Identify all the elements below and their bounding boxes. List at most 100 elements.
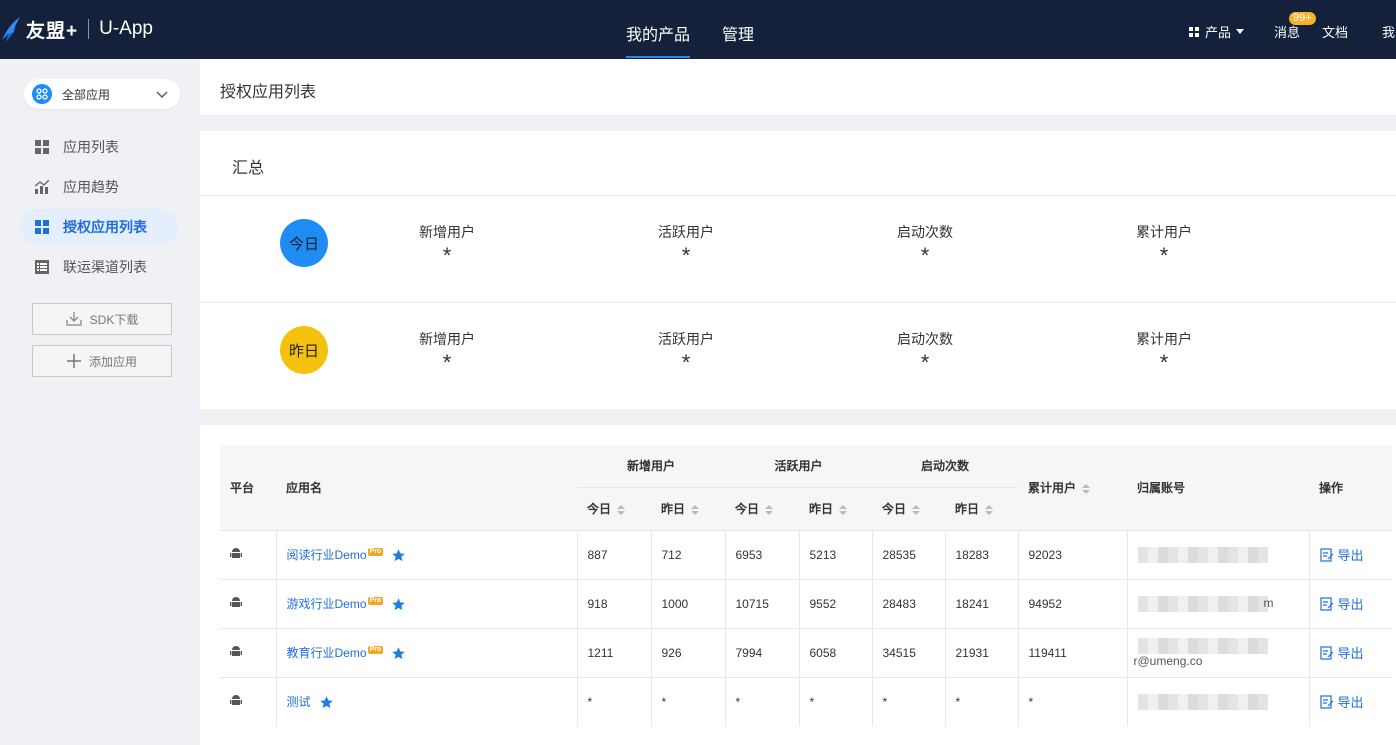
- table-row: 测试 * * * * * * * 导出: [220, 676, 1392, 726]
- export-icon: [1319, 547, 1333, 562]
- sdk-download-label: SDK下载: [89, 312, 139, 327]
- metric-active-users: 活跃用户 *: [626, 329, 746, 374]
- th-active-yesterday[interactable]: 昨日: [799, 487, 872, 530]
- new-today-cell: 918: [576, 578, 651, 628]
- nav-manage[interactable]: 管理: [722, 21, 754, 45]
- android-icon: [230, 646, 242, 656]
- metric-label: 累计用户: [1136, 224, 1192, 240]
- trend-icon: [35, 180, 49, 194]
- umeng-bird-icon: [2, 17, 20, 42]
- export-button[interactable]: 导出: [1319, 692, 1383, 711]
- th-app-name: 应用名: [276, 445, 577, 530]
- star-icon[interactable]: [391, 548, 406, 563]
- pro-badge: Pro: [367, 547, 384, 556]
- th-label: 今日: [587, 502, 612, 516]
- launch-yesterday-cell: *: [944, 676, 1018, 726]
- docs-link[interactable]: 文档: [1322, 22, 1348, 41]
- metric-label: 新增用户: [419, 331, 475, 347]
- logo[interactable]: 友盟+ U-App: [0, 14, 153, 44]
- th-launch-today[interactable]: 今日: [872, 487, 945, 530]
- nav-my-products[interactable]: 我的产品: [626, 21, 691, 58]
- th-total-users-label: 累计用户: [1028, 480, 1077, 495]
- th-label: 昨日: [661, 502, 686, 516]
- th-label: 今日: [882, 502, 907, 516]
- today-badge: 今日: [280, 219, 328, 267]
- export-label: 导出: [1337, 646, 1364, 661]
- app-table-card: 平台 应用名 新增用户 活跃用户 启动次数 累计用户 归属账号 操作 今日 昨日…: [200, 425, 1396, 745]
- masked-account: [1137, 546, 1268, 563]
- platform-cell: [220, 529, 276, 579]
- metric-launches: 启动次数 *: [865, 329, 985, 374]
- android-icon: [230, 597, 242, 607]
- add-app-button[interactable]: 添加应用: [32, 345, 172, 377]
- star-icon[interactable]: [391, 597, 406, 612]
- th-new-today[interactable]: 今日: [577, 487, 651, 530]
- metric-new-users: 新增用户 *: [387, 329, 507, 374]
- app-name-cell: 游戏行业Demo Pro: [275, 578, 577, 628]
- th-action: 操作: [1309, 445, 1392, 530]
- metric-label: 活跃用户: [658, 224, 714, 240]
- sdk-download-button[interactable]: SDK下载: [32, 303, 172, 335]
- metric-total-users: 累计用户 *: [1104, 329, 1224, 374]
- app-name-cell: 测试: [275, 676, 577, 726]
- app-name-cell: 教育行业Demo Pro: [275, 627, 577, 677]
- app-name-cell: 阅读行业Demo Pro: [275, 529, 577, 579]
- star-icon[interactable]: [391, 646, 406, 661]
- total-users-cell: 119411: [1017, 627, 1127, 677]
- grid-icon: [35, 220, 49, 234]
- account-text: r@umeng.co: [1133, 653, 1203, 668]
- app-name-link[interactable]: 测试: [287, 695, 311, 709]
- metric-value: *: [681, 243, 691, 268]
- plus-icon: [66, 354, 81, 368]
- th-new-users: 新增用户: [577, 445, 725, 488]
- message-count-badge: 99+: [1289, 12, 1316, 25]
- metric-total-users: 累计用户 *: [1104, 222, 1224, 267]
- account-cell: [1126, 529, 1309, 579]
- th-account: 归属账号: [1127, 445, 1309, 530]
- export-button[interactable]: 导出: [1319, 643, 1383, 662]
- metric-label: 启动次数: [897, 331, 953, 347]
- app-name-link[interactable]: 阅读行业Demo: [287, 548, 367, 562]
- product-name: U-App: [99, 18, 153, 39]
- sidebar: 全部应用 应用列表 应用趋势 授权应用列表 联运渠道列表 SDK下载 添加应用: [0, 59, 200, 730]
- sidebar-item-label: 应用趋势: [63, 179, 119, 195]
- th-new-yesterday[interactable]: 昨日: [651, 487, 725, 530]
- sidebar-item-app-trend[interactable]: 应用趋势: [20, 169, 178, 205]
- export-icon: [1319, 596, 1333, 611]
- products-menu[interactable]: 产品: [1189, 22, 1245, 41]
- sidebar-item-label: 应用列表: [63, 139, 119, 155]
- active-yesterday-cell: 9552: [798, 578, 872, 628]
- metric-value: *: [442, 243, 452, 268]
- active-yesterday-cell: 6058: [798, 627, 872, 677]
- page-title: 授权应用列表: [220, 84, 317, 101]
- star-icon[interactable]: [319, 695, 334, 710]
- top-navigation-bar: 友盟+ U-App 我的产品 管理 产品 消息 99+ 文档 我: [0, 0, 1396, 59]
- account-cell: [1126, 676, 1309, 726]
- account-cell: m: [1126, 578, 1309, 628]
- app-selector[interactable]: 全部应用: [24, 79, 180, 109]
- sort-icon: [985, 504, 994, 515]
- user-menu[interactable]: 我: [1382, 22, 1395, 41]
- new-yesterday-cell: 1000: [650, 578, 725, 628]
- sidebar-item-label: 联运渠道列表: [63, 259, 147, 275]
- metric-label: 累计用户: [1136, 331, 1192, 347]
- metric-label: 活跃用户: [658, 331, 714, 347]
- grid-icon: [35, 140, 49, 154]
- export-button[interactable]: 导出: [1319, 545, 1383, 564]
- launch-today-cell: 28483: [871, 578, 945, 628]
- platform-cell: [220, 627, 276, 677]
- export-button[interactable]: 导出: [1319, 594, 1383, 613]
- metric-new-users: 新增用户 *: [387, 222, 507, 268]
- sidebar-item-channel-list[interactable]: 联运渠道列表: [20, 249, 178, 285]
- sort-icon: [912, 504, 921, 515]
- sidebar-item-authorized-apps[interactable]: 授权应用列表: [20, 209, 178, 245]
- th-launch-yesterday[interactable]: 昨日: [945, 487, 1018, 530]
- sort-icon: [691, 504, 700, 515]
- sort-icon: [1082, 483, 1091, 494]
- app-name-link[interactable]: 教育行业Demo: [287, 646, 367, 660]
- th-total-users[interactable]: 累计用户: [1018, 445, 1127, 530]
- sidebar-item-app-list[interactable]: 应用列表: [20, 129, 178, 165]
- yesterday-badge: 昨日: [280, 326, 328, 374]
- app-name-link[interactable]: 游戏行业Demo: [287, 597, 367, 611]
- th-active-today[interactable]: 今日: [725, 487, 799, 530]
